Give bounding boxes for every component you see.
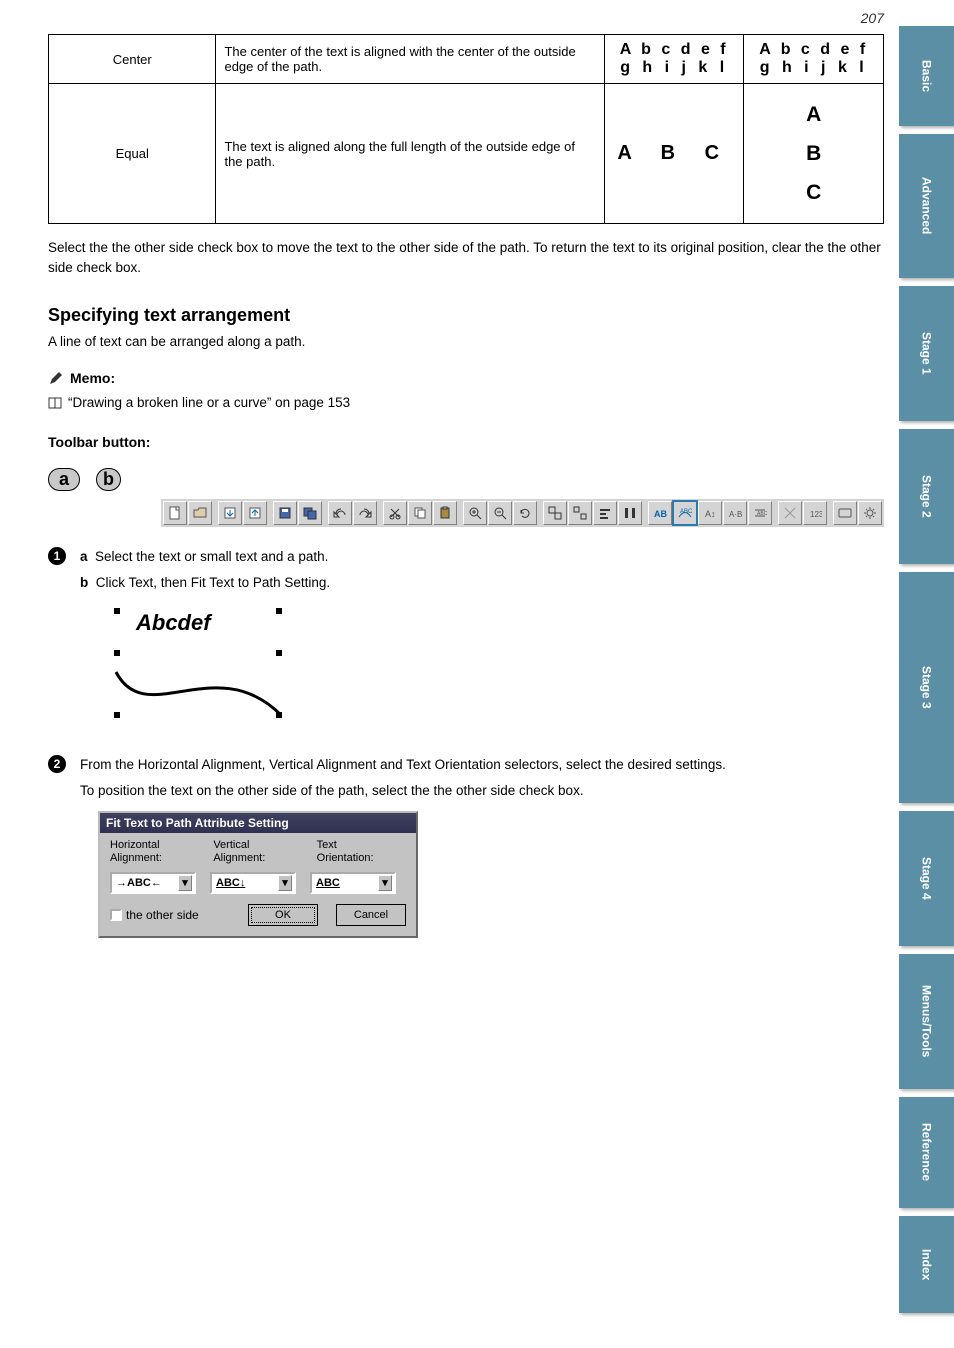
save-icon[interactable] — [273, 501, 297, 525]
svg-text:123: 123 — [810, 510, 822, 519]
svg-text:ABC: ABC — [757, 511, 767, 517]
svg-text:A↕: A↕ — [705, 509, 716, 519]
tab-reference[interactable]: Reference — [899, 1097, 954, 1208]
memo-label: Memo: — [70, 370, 115, 386]
stitch-a-icon[interactable] — [778, 501, 802, 525]
display-icon[interactable] — [833, 501, 857, 525]
tab-index[interactable]: Index — [899, 1216, 954, 1313]
tab-menus[interactable]: Menus/Tools — [899, 954, 954, 1089]
text-line-icon[interactable]: ABC — [748, 501, 772, 525]
undo-icon[interactable] — [328, 501, 352, 525]
svg-text:Abcdef: Abcdef — [135, 610, 213, 635]
chevron-down-icon: ▾ — [278, 875, 292, 891]
step-2-bullet: 2 — [48, 755, 66, 773]
tab-stage3[interactable]: Stage 3 — [899, 572, 954, 803]
ungroup-icon[interactable] — [568, 501, 592, 525]
pointer-b-ref: b — [80, 575, 92, 590]
group-icon[interactable] — [543, 501, 567, 525]
cell-equal-sample-v: A B C — [744, 84, 884, 224]
fit-text-dialog: Fit Text to Path Attribute Setting Horiz… — [98, 811, 418, 937]
tab-stage2[interactable]: Stage 2 — [899, 429, 954, 564]
step2-line1: From the Horizontal Alignment, Vertical … — [80, 755, 726, 775]
selection-illustration: Abcdef — [96, 600, 884, 735]
tab-basic[interactable]: Basic — [899, 26, 954, 126]
section-title: Specifying text arrangement — [48, 305, 884, 326]
toolbar-button-label: Toolbar button: — [48, 434, 884, 450]
tab-stage4[interactable]: Stage 4 — [899, 811, 954, 946]
paste-icon[interactable] — [433, 501, 457, 525]
cell-equal-desc: The text is aligned along the full lengt… — [216, 84, 604, 224]
cancel-button[interactable]: Cancel — [336, 904, 406, 926]
pointer-b: b — [96, 468, 121, 491]
cell-center-sample-h: A b c d e f g h i j k l — [604, 35, 744, 84]
cell-center-label: Center — [49, 35, 216, 84]
import-icon[interactable] — [218, 501, 242, 525]
cell-center-sample-v: A b c d e f g h i j k l — [744, 35, 884, 84]
align-icon[interactable] — [593, 501, 617, 525]
sample-line1: A b c d e f — [620, 41, 729, 59]
stitch-b-icon[interactable]: 123 — [803, 501, 827, 525]
section-para: A line of text can be arranged along a p… — [48, 332, 884, 352]
zoomout-icon[interactable] — [488, 501, 512, 525]
orient-select[interactable]: ABC ▾ — [310, 872, 396, 894]
sample-line2b: g h i j k l — [760, 59, 868, 77]
svg-text:ABC: ABC — [680, 509, 692, 515]
cut-icon[interactable] — [383, 501, 407, 525]
fit-text-path-icon[interactable]: ABC — [673, 501, 697, 525]
pencil-icon — [48, 370, 64, 386]
v-align-select[interactable]: ABC↓ ▾ — [210, 872, 296, 894]
svg-text:ABC: ABC — [654, 509, 667, 519]
memo-link[interactable]: “Drawing a broken line or a curve” on pa… — [48, 393, 884, 416]
equal-v-c: C — [806, 182, 821, 203]
other-side-paragraph: Select the the other side check box to m… — [48, 238, 884, 279]
h-align-label: Horizontal Alignment: — [110, 839, 199, 865]
chapter-tabs: Basic Advanced Stage 1 Stage 2 Stage 3 S… — [899, 26, 954, 1321]
page-number: 207 — [861, 10, 884, 26]
dialog-title: Fit Text to Path Attribute Setting — [100, 813, 416, 833]
refresh-icon[interactable] — [513, 501, 537, 525]
toolbar: ABC ABC A↕ A·B ABC 123 — [161, 499, 884, 527]
sample-line1b: A b c d e f — [759, 41, 868, 59]
memo-heading: Memo: — [48, 370, 884, 389]
redo-icon[interactable] — [353, 501, 377, 525]
step-1-bullet: 1 — [48, 547, 66, 565]
cell-equal-label: Equal — [49, 84, 216, 224]
step1-line2: Click Text, then Fit Text to Path Settin… — [96, 575, 330, 590]
cell-center-desc: The center of the text is aligned with t… — [216, 35, 604, 84]
equal-v-a: A — [806, 104, 821, 125]
open-icon[interactable] — [188, 501, 212, 525]
other-side-checkbox[interactable]: the other side — [110, 908, 230, 922]
orient-label: Text Orientation: — [317, 839, 406, 865]
svg-text:A·B: A·B — [729, 510, 742, 519]
book-icon — [48, 396, 62, 410]
settings-icon[interactable] — [858, 501, 882, 525]
new-icon[interactable] — [163, 501, 187, 525]
pointer-a: a — [48, 468, 80, 491]
cell-equal-sample-h: A B C — [604, 84, 744, 224]
step2-line2: To position the text on the other side o… — [80, 781, 726, 801]
step1-line1: Select the text or small text and a path… — [95, 549, 328, 564]
alignment-table: Center The center of the text is aligned… — [48, 34, 884, 224]
h-align-select[interactable]: →ABC← ▾ — [110, 872, 196, 894]
pointer-a-ref: a — [80, 549, 91, 564]
ok-button[interactable]: OK — [248, 904, 318, 926]
chevron-down-icon: ▾ — [378, 875, 392, 891]
text-orient-icon[interactable]: A↕ — [698, 501, 722, 525]
zoomin-icon[interactable] — [463, 501, 487, 525]
text-char-icon[interactable]: A·B — [723, 501, 747, 525]
text-attr-icon[interactable]: ABC — [648, 501, 672, 525]
export-icon[interactable] — [243, 501, 267, 525]
dist-icon[interactable] — [618, 501, 642, 525]
tab-stage1[interactable]: Stage 1 — [899, 286, 954, 421]
saveas-icon[interactable] — [298, 501, 322, 525]
v-align-label: Vertical Alignment: — [213, 839, 302, 865]
tab-advanced[interactable]: Advanced — [899, 134, 954, 278]
chevron-down-icon: ▾ — [178, 875, 192, 891]
sample-line2: g h i j k l — [620, 59, 728, 77]
copy-icon[interactable] — [408, 501, 432, 525]
equal-v-b: B — [806, 143, 821, 164]
